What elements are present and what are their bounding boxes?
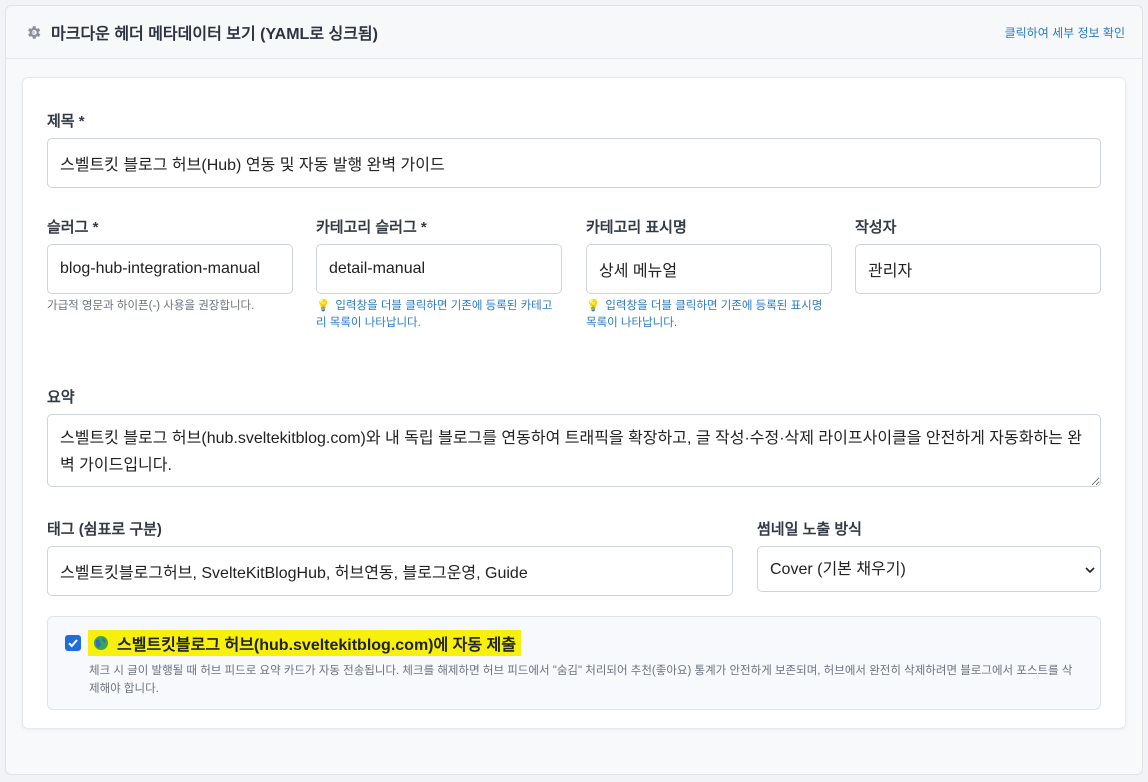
category-name-hint: 💡 입력창을 더블 클릭하면 기존에 등록된 표시명 목록이 나타납니다.	[586, 298, 832, 332]
category-name-hint-text: 입력창을 더블 클릭하면 기존에 등록된 표시명 목록이 나타납니다.	[586, 300, 823, 329]
category-name-input[interactable]	[586, 244, 832, 294]
panel-title-text: 마크다운 헤더 메타데이터 보기 (YAML로 싱크됨)	[51, 26, 378, 43]
lightbulb-icon: 💡	[316, 300, 331, 312]
slug-hint: 가급적 영문과 하이픈(-) 사용을 권장합니다.	[47, 300, 255, 312]
category-slug-hint: 💡 입력창을 더블 클릭하면 기존에 등록된 카테고리 목록이 나타납니다.	[316, 298, 562, 332]
author-label: 작성자	[855, 219, 897, 236]
slug-label: 슬러그 *	[47, 219, 99, 236]
tags-input[interactable]	[47, 546, 733, 596]
category-slug-label: 카테고리 슬러그 *	[316, 219, 427, 236]
thumbnail-label: 썸네일 노출 방식	[757, 521, 862, 538]
form-card: 제목 * 슬러그 * 가급적 영문과 하이픈(-) 사용을 권장합니다. 카테고…	[22, 77, 1126, 729]
author-input[interactable]	[855, 244, 1101, 294]
panel-header[interactable]: 마크다운 헤더 메타데이터 보기 (YAML로 싱크됨) 클릭하여 세부 정보 …	[6, 6, 1142, 59]
title-label: 제목 *	[47, 113, 85, 130]
details-link[interactable]: 클릭하여 세부 정보 확인	[1005, 24, 1125, 41]
gear-icon	[28, 25, 41, 39]
category-slug-input[interactable]	[316, 244, 562, 294]
thumbnail-select[interactable]: Cover (기본 채우기)	[757, 546, 1101, 592]
category-slug-hint-text: 입력창을 더블 클릭하면 기존에 등록된 카테고리 목록이 나타납니다.	[316, 300, 553, 329]
tags-label: 태그 (쉼표로 구분)	[47, 521, 162, 538]
checkmark-icon	[68, 639, 78, 648]
summary-textarea[interactable]: 스벨트킷 블로그 허브(hub.sveltekitblog.com)와 내 독립…	[47, 414, 1101, 487]
title-input[interactable]	[47, 138, 1101, 188]
hub-submit-checkbox[interactable]	[65, 635, 81, 651]
hub-submit-description: 체크 시 글이 발행될 때 허브 피드로 요약 카드가 자동 전송됩니다. 체크…	[89, 665, 1073, 695]
slug-input[interactable]	[47, 244, 293, 294]
summary-label: 요약	[47, 389, 75, 406]
hub-submit-label-text: 스벨트킷블로그 허브(hub.sveltekitblog.com)에 자동 제출	[117, 637, 516, 654]
hub-submit-label[interactable]: 스벨트킷블로그 허브(hub.sveltekitblog.com)에 자동 제출	[88, 630, 521, 656]
globe-icon	[94, 636, 108, 650]
metadata-panel: 마크다운 헤더 메타데이터 보기 (YAML로 싱크됨) 클릭하여 세부 정보 …	[5, 5, 1143, 775]
panel-title: 마크다운 헤더 메타데이터 보기 (YAML로 싱크됨)	[25, 20, 378, 44]
category-name-label: 카테고리 표시명	[586, 219, 687, 236]
hub-submit-box: 스벨트킷블로그 허브(hub.sveltekitblog.com)에 자동 제출…	[47, 616, 1101, 710]
lightbulb-icon: 💡	[586, 300, 601, 312]
